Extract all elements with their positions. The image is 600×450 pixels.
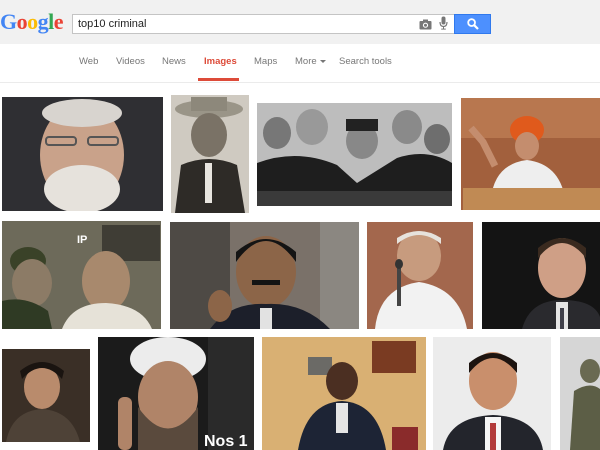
logo-letter: g (37, 9, 49, 34)
search-tabs: Web Videos News Images Maps More Search … (0, 44, 600, 83)
tab-videos[interactable]: Videos (116, 56, 145, 67)
logo-letter: o (27, 9, 38, 34)
google-logo[interactable]: Google (0, 9, 64, 35)
logo-letter: G (0, 9, 17, 34)
tab-images[interactable]: Images (204, 56, 237, 67)
tab-search-tools[interactable]: Search tools (339, 56, 392, 67)
chevron-down-icon (319, 59, 326, 63)
search-input[interactable] (78, 16, 408, 32)
image-result[interactable] (171, 95, 249, 213)
logo-letter: o (16, 9, 28, 34)
search-icon (467, 18, 479, 30)
tab-web[interactable]: Web (79, 56, 98, 67)
camera-icon[interactable] (419, 17, 432, 35)
tab-more-label: More (295, 56, 317, 67)
logo-letter: e (53, 9, 64, 34)
search-header: Google (0, 0, 600, 45)
active-tab-indicator (198, 78, 239, 81)
tab-news[interactable]: News (162, 56, 186, 67)
microphone-icon[interactable] (439, 16, 448, 35)
search-box (72, 14, 454, 34)
image-result[interactable] (560, 337, 600, 450)
tab-maps[interactable]: Maps (254, 56, 277, 67)
image-result[interactable]: Nos 1 (98, 337, 254, 450)
caption-text: Nos 1 (204, 433, 248, 450)
search-button[interactable] (454, 14, 491, 34)
image-result[interactable] (2, 97, 163, 211)
image-result[interactable] (461, 98, 600, 210)
jail-sign-text: IP (77, 234, 87, 246)
image-result[interactable] (367, 222, 473, 329)
image-result[interactable] (257, 103, 452, 206)
image-result[interactable] (262, 337, 426, 450)
image-result[interactable] (433, 337, 551, 450)
tab-more[interactable]: More (295, 56, 326, 67)
image-result[interactable]: IP (2, 221, 161, 329)
image-result[interactable] (170, 222, 359, 329)
image-result[interactable] (482, 222, 600, 329)
image-result[interactable] (2, 349, 90, 442)
